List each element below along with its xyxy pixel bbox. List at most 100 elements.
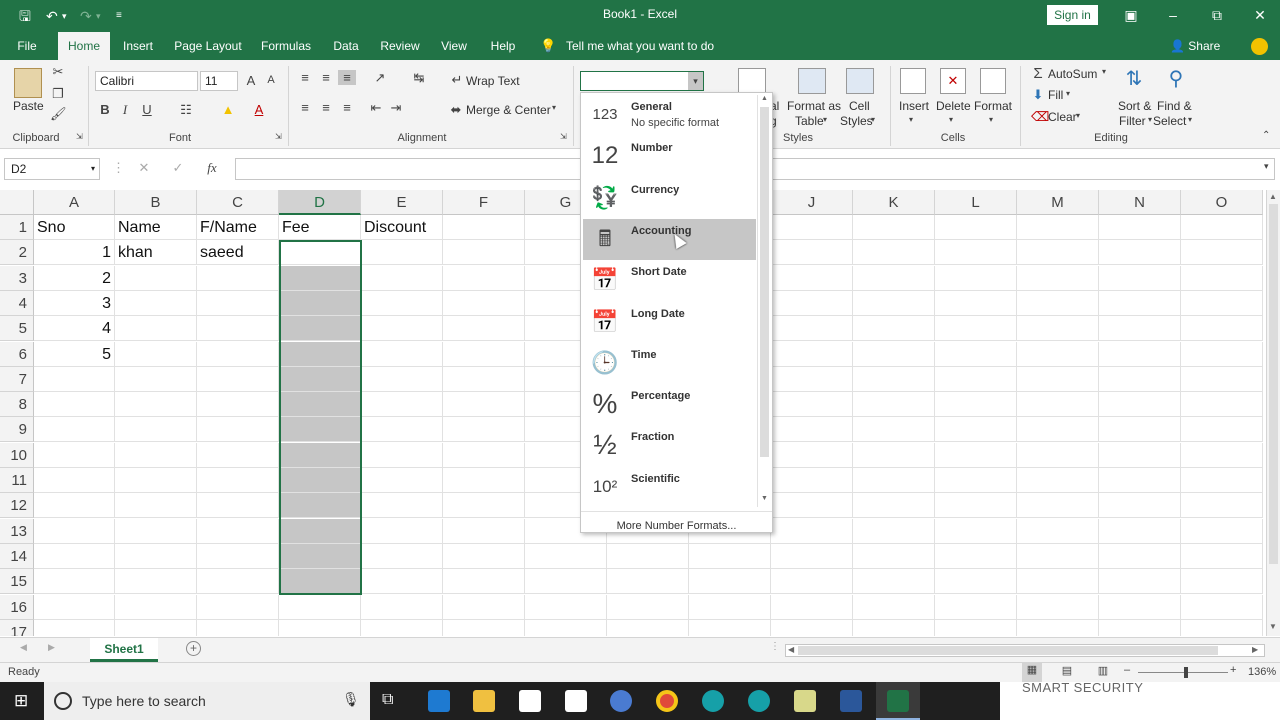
fill-dropdown-icon[interactable]: ▾	[1066, 89, 1070, 98]
cell-e17[interactable]	[361, 619, 443, 636]
cell-d7[interactable]	[279, 366, 361, 392]
cell-d12[interactable]	[279, 493, 361, 519]
zoom-out-icon[interactable]: –	[1124, 664, 1130, 676]
file-explorer-icon[interactable]	[473, 690, 495, 712]
align-left-icon[interactable]: ≡	[298, 100, 312, 115]
number-format-general[interactable]: 123 General No specific format	[583, 95, 756, 136]
tab-home[interactable]: Home	[58, 32, 110, 60]
number-format-number[interactable]: 12 Number	[583, 136, 756, 177]
cell-c7[interactable]	[197, 366, 279, 392]
format-as-table-dropdown-icon[interactable]: ▾	[823, 115, 827, 124]
cell-a2[interactable]: 1	[34, 240, 115, 266]
scroll-left-icon[interactable]: ◀	[788, 645, 794, 654]
conditional-formatting-icon[interactable]	[738, 68, 766, 94]
cell-c6[interactable]	[197, 341, 279, 367]
column-header-o[interactable]: O	[1181, 190, 1263, 215]
cell-j11[interactable]	[771, 468, 853, 493]
cell-m10[interactable]	[1017, 442, 1099, 468]
cell-o4[interactable]	[1181, 290, 1263, 316]
cell-e16[interactable]	[361, 594, 443, 620]
cell-b4[interactable]	[115, 290, 197, 316]
name-box-dropdown-icon[interactable]: ▾	[91, 159, 95, 179]
top-align-icon[interactable]: ≡	[298, 70, 312, 85]
cell-b1[interactable]: Name	[115, 215, 197, 240]
cell-b2[interactable]: khan	[115, 240, 197, 266]
text-direction-icon[interactable]: ↹	[408, 70, 430, 86]
number-format-time[interactable]: 🕒 Time	[583, 343, 756, 384]
insert-function-icon[interactable]: fx	[204, 160, 220, 176]
cell-l6[interactable]	[935, 341, 1017, 367]
cell-k10[interactable]	[853, 442, 935, 468]
column-header-e[interactable]: E	[361, 190, 443, 215]
cell-f10[interactable]	[443, 442, 525, 468]
cell-e12[interactable]	[361, 493, 443, 519]
cell-a10[interactable]	[34, 442, 115, 468]
cell-o11[interactable]	[1181, 468, 1263, 493]
cell-o1[interactable]	[1181, 215, 1263, 240]
cell-e1[interactable]: Discount	[361, 215, 443, 240]
cell-b14[interactable]	[115, 543, 197, 569]
taskbar-search-box[interactable]: Type here to search 🎙	[44, 682, 370, 720]
close-icon[interactable]: ✕	[1247, 4, 1273, 26]
cell-g15[interactable]	[525, 569, 607, 595]
menu-scroll-down-icon[interactable]: ▼	[761, 495, 768, 502]
number-format-long-date[interactable]: 📅 Long Date	[583, 302, 756, 343]
cell-k15[interactable]	[853, 569, 935, 595]
share-button[interactable]: 👤 Share	[1170, 32, 1220, 60]
cell-d10[interactable]	[279, 442, 361, 468]
autosum-dropdown-icon[interactable]: ▾	[1102, 67, 1106, 76]
vertical-scrollbar[interactable]: ▲ ▼	[1266, 190, 1280, 636]
cell-h15[interactable]	[607, 569, 689, 595]
cell-n1[interactable]	[1099, 215, 1181, 240]
cell-styles-label-2[interactable]: Styles	[840, 114, 873, 128]
cell-e6[interactable]	[361, 341, 443, 367]
cell-l11[interactable]	[935, 468, 1017, 493]
cell-m9[interactable]	[1017, 417, 1099, 443]
format-cells-icon[interactable]	[980, 68, 1006, 94]
insert-cells-icon[interactable]	[900, 68, 926, 94]
row-header-7[interactable]: 7	[0, 366, 34, 392]
cell-o2[interactable]	[1181, 240, 1263, 266]
fill-button[interactable]: Fill	[1048, 88, 1063, 102]
cell-k1[interactable]	[853, 215, 935, 240]
delete-cells-icon[interactable]: ✕	[940, 68, 966, 94]
cell-f5[interactable]	[443, 316, 525, 342]
cell-d14[interactable]	[279, 543, 361, 569]
tab-file[interactable]: File	[8, 32, 46, 60]
cell-a7[interactable]	[34, 366, 115, 392]
cell-n3[interactable]	[1099, 265, 1181, 291]
cell-f16[interactable]	[443, 594, 525, 620]
cell-b8[interactable]	[115, 392, 197, 418]
next-sheet-icon[interactable]: ▶	[48, 642, 55, 653]
sort-filter-icon[interactable]: ⇅	[1120, 66, 1148, 91]
cell-k8[interactable]	[853, 392, 935, 418]
cell-g14[interactable]	[525, 543, 607, 569]
vertical-scroll-thumb[interactable]	[1269, 204, 1278, 564]
mail-icon[interactable]	[565, 690, 587, 712]
cell-l12[interactable]	[935, 493, 1017, 519]
cancel-entry-icon[interactable]: ✕	[136, 160, 152, 176]
prev-sheet-icon[interactable]: ◀	[20, 642, 27, 653]
cell-j13[interactable]	[771, 518, 853, 544]
cell-n15[interactable]	[1099, 569, 1181, 595]
tab-page-layout[interactable]: Page Layout	[170, 32, 246, 60]
tell-me-search[interactable]: Tell me what you want to do	[566, 32, 714, 60]
cell-m14[interactable]	[1017, 543, 1099, 569]
cell-o8[interactable]	[1181, 392, 1263, 418]
microphone-icon[interactable]: 🎙	[342, 691, 360, 708]
cell-k13[interactable]	[853, 518, 935, 544]
number-format-short-date[interactable]: 📅 Short Date	[583, 260, 756, 301]
cell-f12[interactable]	[443, 493, 525, 519]
cell-l2[interactable]	[935, 240, 1017, 266]
cell-o13[interactable]	[1181, 518, 1263, 544]
cell-l3[interactable]	[935, 265, 1017, 291]
cell-k9[interactable]	[853, 417, 935, 443]
cell-k17[interactable]	[853, 619, 935, 636]
cell-c3[interactable]	[197, 265, 279, 291]
increase-indent-icon[interactable]: ⇥	[388, 100, 404, 116]
number-format-currency[interactable]: 💱 Currency	[583, 178, 756, 219]
cell-e9[interactable]	[361, 417, 443, 443]
cell-j12[interactable]	[771, 493, 853, 519]
cell-c16[interactable]	[197, 594, 279, 620]
number-format-dropdown-icon[interactable]: ▾	[688, 72, 703, 90]
